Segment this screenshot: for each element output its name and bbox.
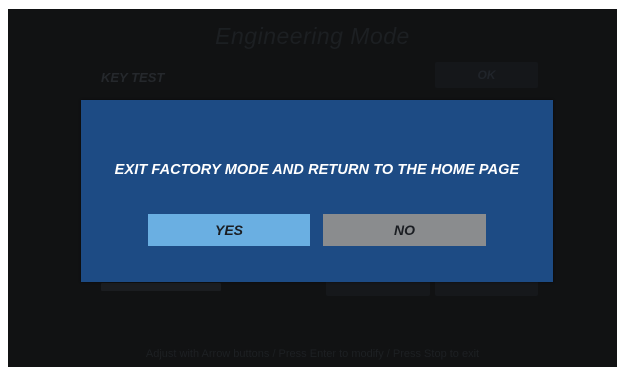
yes-button[interactable]: YES	[148, 214, 310, 246]
key-test-ok-button[interactable]: OK	[435, 62, 538, 88]
key-test-label: KEY TEST	[101, 70, 165, 85]
obscured-row-button-a[interactable]	[326, 282, 430, 296]
page-title: Engineering Mode	[215, 23, 410, 49]
dialog-message: EXIT FACTORY MODE AND RETURN TO THE HOME…	[114, 162, 520, 178]
navigation-hint: Adjust with Arrow buttons / Press Enter …	[145, 348, 480, 360]
obscured-row-button-b[interactable]	[435, 282, 538, 296]
obscured-row-label	[101, 283, 221, 291]
no-button[interactable]: NO	[323, 214, 486, 246]
exit-factory-mode-dialog: EXIT FACTORY MODE AND RETURN TO THE HOME…	[81, 100, 553, 282]
